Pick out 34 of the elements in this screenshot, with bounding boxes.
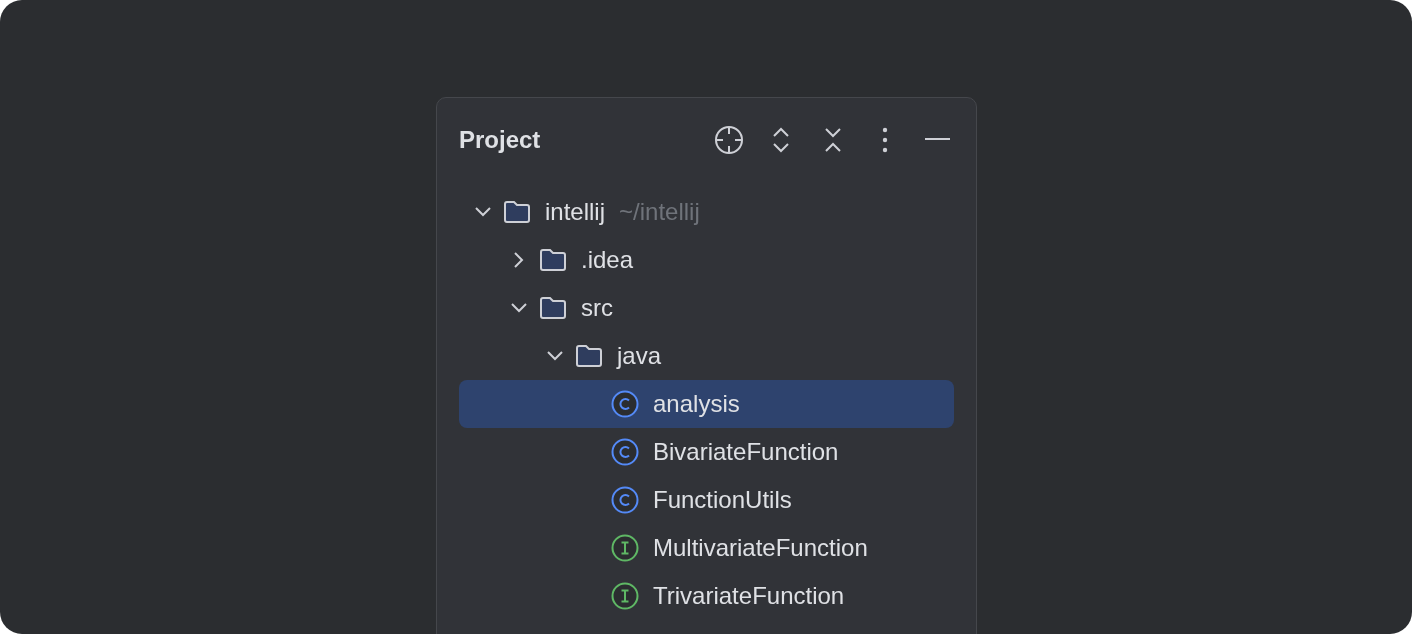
item-label: .idea (581, 245, 634, 275)
tree-item[interactable]: MultivariateFunction (459, 524, 954, 572)
tree-item[interactable]: BivariateFunction (459, 428, 954, 476)
folder-icon (575, 344, 603, 368)
item-label: MultivariateFunction (653, 533, 868, 563)
tree-item[interactable]: .idea (459, 236, 954, 284)
interface-icon (611, 582, 639, 610)
item-label: BivariateFunction (653, 437, 839, 467)
item-label: analysis (653, 389, 740, 419)
tree-item[interactable]: FunctionUtils (459, 476, 954, 524)
class-icon (611, 390, 639, 418)
item-label: TrivariateFunction (653, 581, 845, 611)
tree-item[interactable]: analysis (459, 380, 954, 428)
folder-icon (539, 296, 567, 320)
folder-icon (539, 248, 567, 272)
tree-item[interactable]: java (459, 332, 954, 380)
tree-item[interactable]: intellij ~/intellij (459, 188, 954, 236)
interface-icon (611, 534, 639, 562)
chevron-down-icon[interactable] (511, 303, 527, 313)
tree-item[interactable]: TrivariateFunction (459, 572, 954, 620)
item-label: FunctionUtils (653, 485, 792, 515)
chevron-down-icon[interactable] (547, 351, 563, 361)
class-icon (611, 438, 639, 466)
locate-icon[interactable] (714, 125, 744, 155)
class-icon (611, 486, 639, 514)
panel-title: Project (459, 125, 541, 155)
tree-item[interactable]: src (459, 284, 954, 332)
item-label: java (617, 341, 662, 371)
item-label: src (581, 293, 613, 323)
item-label: intellij (545, 197, 606, 227)
chevron-right-icon[interactable] (514, 252, 524, 268)
folder-icon (503, 200, 531, 224)
path-label: ~/intellij (619, 197, 700, 227)
chevron-down-icon[interactable] (475, 207, 491, 217)
